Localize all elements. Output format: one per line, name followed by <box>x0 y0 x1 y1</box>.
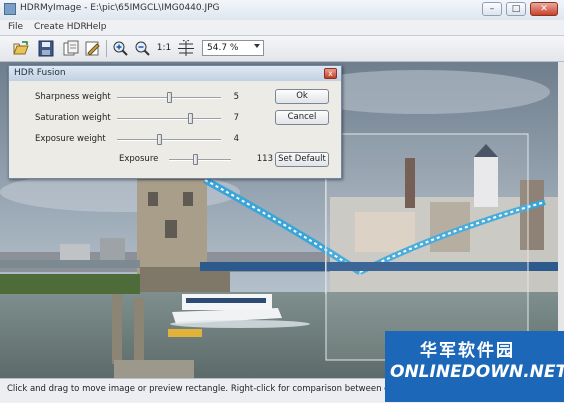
ok-button[interactable]: Ok <box>275 89 329 104</box>
exposure-weight-value: 4 <box>233 134 239 144</box>
watermark-english-text: ONLINEDOWN.NET <box>390 362 564 382</box>
saturation-weight-value: 7 <box>233 113 239 123</box>
sharpness-weight-label: Sharpness weight <box>35 92 111 102</box>
cancel-button[interactable]: Cancel <box>275 110 329 125</box>
menu-help[interactable]: Help <box>86 22 107 32</box>
exposure-label: Exposure <box>119 154 159 164</box>
saturation-weight-slider[interactable] <box>117 118 221 120</box>
close-button[interactable]: ✕ <box>530 2 558 16</box>
fit-window-icon[interactable] <box>177 40 195 57</box>
toolbar: 1:1 54.7 % <box>0 36 564 62</box>
actual-size-icon[interactable]: 1:1 <box>155 40 173 57</box>
saturation-weight-thumb[interactable] <box>187 113 193 124</box>
minimize-button[interactable]: – <box>482 2 502 16</box>
dialog-title-bar: HDR Fusion x <box>9 66 341 81</box>
status-text: Click and drag to move image or preview … <box>7 384 416 394</box>
menu-bar: File Create HDR Help <box>0 20 564 36</box>
exposure-slider[interactable] <box>169 159 231 161</box>
exposure-thumb[interactable] <box>193 154 199 165</box>
watermark-chinese-text: 华军软件园 <box>420 341 515 361</box>
sharpness-weight-thumb[interactable] <box>167 92 172 103</box>
hdr-fusion-dialog: HDR Fusion x Sharpness weight 5 Saturati… <box>8 65 342 179</box>
app-icon <box>4 3 16 15</box>
edit-icon[interactable] <box>84 40 102 57</box>
set-default-button[interactable]: Set Default <box>275 152 329 167</box>
zoom-in-icon[interactable] <box>111 40 129 57</box>
exposure-weight-label: Exposure weight <box>35 134 106 144</box>
maximize-button[interactable]: □ <box>506 2 526 16</box>
exposure-value: 113 <box>256 154 273 164</box>
title-bar: HDRMyImage - E:\pic\65IMGCL\IMG0440.JPG … <box>0 0 564 21</box>
chevron-down-icon[interactable] <box>254 44 260 48</box>
copy-icon[interactable] <box>62 40 80 57</box>
dialog-close-button[interactable]: x <box>324 68 337 79</box>
exposure-weight-slider[interactable] <box>117 139 221 141</box>
menu-file[interactable]: File <box>8 22 23 32</box>
toolbar-separator <box>106 40 107 57</box>
sharpness-weight-value: 5 <box>233 92 239 102</box>
zoom-select[interactable]: 54.7 % <box>202 40 264 56</box>
menu-create-hdr[interactable]: Create HDR <box>34 22 87 32</box>
exposure-weight-thumb[interactable] <box>156 134 162 145</box>
dialog-title: HDR Fusion <box>14 68 66 78</box>
saturation-weight-label: Saturation weight <box>35 113 111 123</box>
save-icon[interactable] <box>37 40 55 57</box>
zoom-out-icon[interactable] <box>133 40 151 57</box>
open-icon[interactable] <box>12 40 30 57</box>
window-title: HDRMyImage - E:\pic\65IMGCL\IMG0440.JPG <box>20 3 220 13</box>
